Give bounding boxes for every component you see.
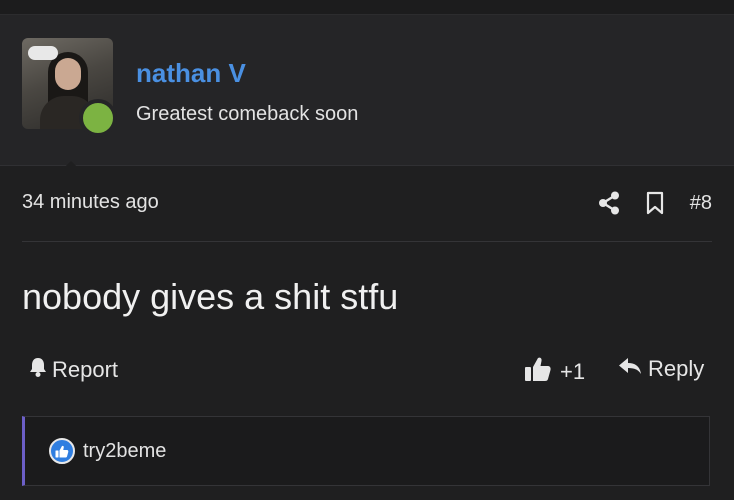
like-button[interactable]: +1 [524, 356, 585, 388]
post-timestamp[interactable]: 34 minutes ago [22, 191, 159, 214]
thumbs-up-icon [524, 356, 552, 388]
post-meta-actions: #8 [598, 188, 712, 218]
reaction-users[interactable]: try2beme [83, 440, 166, 463]
report-button[interactable]: Report [28, 356, 118, 384]
post-body: nobody gives a shit stfu [22, 276, 399, 317]
reply-arrow-icon [618, 356, 642, 382]
online-status-icon [79, 99, 117, 137]
post-number[interactable]: #8 [690, 192, 712, 215]
avatar-speech-bubble [28, 46, 58, 60]
header-notch [50, 161, 92, 181]
bell-icon [28, 356, 48, 384]
bookmark-icon[interactable] [646, 191, 664, 215]
reply-label: Reply [648, 356, 705, 381]
reply-button[interactable]: Reply [618, 356, 704, 382]
share-icon[interactable] [598, 191, 620, 215]
avatar-face [55, 58, 81, 90]
report-label: Report [52, 357, 119, 382]
avatar[interactable] [22, 38, 117, 137]
reactions-bar: try2beme [22, 416, 710, 486]
user-header: nathan V Greatest comeback soon [0, 15, 734, 181]
user-title: Greatest comeback soon [136, 103, 359, 125]
like-count: +1 [560, 359, 586, 384]
divider [22, 241, 712, 242]
like-reaction-icon [49, 438, 75, 464]
top-strip [0, 0, 734, 15]
username[interactable]: nathan V [136, 58, 246, 89]
